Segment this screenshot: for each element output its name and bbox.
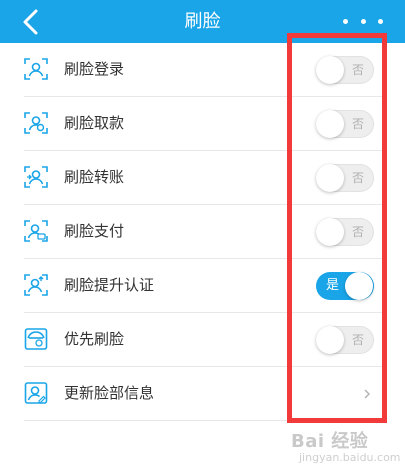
setting-label: 刷脸转账 <box>64 168 125 186</box>
more-dots-icon[interactable] <box>343 12 383 30</box>
dot <box>378 18 383 24</box>
face-update-icon <box>24 382 48 404</box>
dot <box>343 18 348 24</box>
face-pay-icon <box>24 220 48 242</box>
baidu-watermark: Bai 经验 jingyan.baidu.com <box>287 425 405 474</box>
setting-label: 优先刷脸 <box>64 330 125 348</box>
setting-label: 刷脸支付 <box>64 222 125 240</box>
highlight-box <box>287 33 387 423</box>
setting-label: 刷脸取款 <box>64 114 125 132</box>
face-scan-icon <box>24 58 48 80</box>
face-withdraw-icon <box>24 112 48 134</box>
face-auth-icon <box>24 274 48 296</box>
face-transfer-icon <box>24 166 48 188</box>
setting-label: 刷脸登录 <box>64 60 125 78</box>
face-priority-icon <box>24 328 48 350</box>
setting-label: 更新脸部信息 <box>64 384 155 402</box>
watermark-main: Bai 经验 <box>291 431 369 452</box>
setting-label: 刷脸提升认证 <box>64 276 155 294</box>
dot <box>360 18 366 24</box>
watermark-sub: jingyan.baidu.com <box>299 451 401 464</box>
